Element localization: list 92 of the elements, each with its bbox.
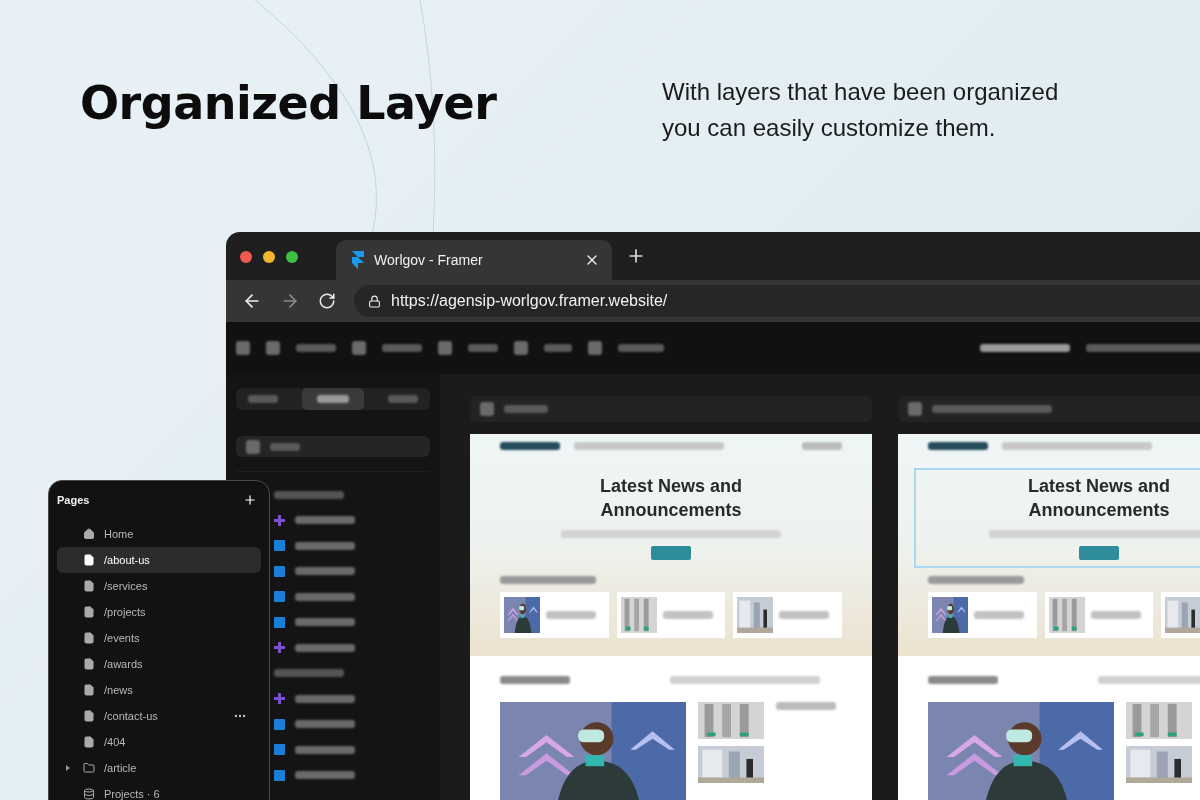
- caret-icon[interactable]: [66, 765, 70, 771]
- blurred-text: [500, 675, 570, 684]
- file-icon: [83, 580, 95, 592]
- headline: Organized Layer: [80, 76, 498, 132]
- search-field[interactable]: [236, 436, 430, 457]
- blurred-text: [974, 610, 1024, 619]
- frame-icon: [274, 616, 285, 628]
- description: With layers that have been organized you can easily customize them.: [662, 77, 1060, 143]
- minimize-light[interactable]: [263, 251, 275, 263]
- page-item[interactable]: Projects · 6: [57, 781, 261, 800]
- panel-title: Pages: [57, 494, 90, 506]
- blurred-text: [295, 592, 355, 601]
- blurred-text: [382, 344, 422, 352]
- blurred-text: [388, 395, 418, 403]
- blurred-text: [776, 701, 836, 710]
- page-item[interactable]: /events: [57, 625, 261, 651]
- blurred-text: [546, 610, 596, 619]
- blurred-text: [544, 344, 572, 352]
- blurred-text: [928, 675, 998, 684]
- frame-icon: [274, 769, 285, 781]
- blurred-icon: [236, 341, 250, 355]
- file-icon: [83, 710, 95, 722]
- frame-icon: [274, 591, 285, 603]
- file-icon: [83, 606, 95, 618]
- blurred-text: [295, 720, 355, 729]
- framer-logo-icon: [352, 251, 364, 269]
- blurred-icon: [266, 341, 280, 355]
- file-icon: [83, 658, 95, 670]
- blurred-icon: [352, 341, 366, 355]
- component-icon: [274, 642, 285, 654]
- home-icon: [83, 528, 95, 540]
- blurred-icon: [246, 439, 260, 454]
- blurred-text: [468, 344, 498, 352]
- blurred-icon: [908, 401, 922, 416]
- frame-icon: [274, 744, 285, 756]
- blurred-text: [317, 395, 349, 403]
- blurred-text: [779, 610, 830, 619]
- blurred-text: [928, 441, 988, 450]
- lock-icon: [368, 294, 381, 308]
- page-item[interactable]: /projects: [57, 599, 261, 625]
- page-item[interactable]: /404: [57, 729, 261, 755]
- blurred-text: [295, 694, 355, 703]
- blurred-text: [295, 771, 355, 780]
- address-bar[interactable]: https://agensip-worlgov.framer.website/: [354, 285, 1200, 317]
- add-icon[interactable]: [243, 493, 257, 507]
- blurred-text: [500, 441, 560, 450]
- page-item[interactable]: /news: [57, 677, 261, 703]
- file-icon: [83, 684, 95, 696]
- blurred-text: [248, 395, 278, 403]
- hero-title: Latest News and Announcements: [1026, 474, 1171, 522]
- browser-tab[interactable]: Worlgov - Framer: [336, 240, 612, 280]
- blurred-icon: [480, 401, 494, 416]
- blurred-text: [274, 490, 344, 499]
- blurred-text: [270, 442, 300, 451]
- blurred-icon: [438, 341, 452, 355]
- page-item[interactable]: /about-us: [57, 547, 261, 573]
- page-item[interactable]: /awards: [57, 651, 261, 677]
- component-icon: [274, 693, 285, 705]
- blurred-text: [295, 516, 355, 525]
- file-icon: [83, 632, 95, 644]
- blurred-text: [296, 344, 336, 352]
- hero-title: Latest News and Announcements: [598, 474, 743, 522]
- folder-icon: [83, 762, 95, 774]
- database-icon: [83, 788, 95, 800]
- blurred-text: [295, 745, 355, 754]
- blurred-text: [504, 404, 548, 413]
- blurred-text: [1090, 610, 1141, 619]
- blurred-text: [295, 567, 355, 576]
- blurred-text: [295, 541, 355, 550]
- blurred-text: [802, 441, 842, 450]
- blurred-text: [295, 618, 355, 627]
- blurred-text: [295, 643, 355, 652]
- frame-header[interactable]: [898, 396, 1200, 422]
- reload-icon[interactable]: [318, 292, 336, 310]
- file-icon: [83, 736, 95, 748]
- page-item[interactable]: Home: [57, 521, 261, 547]
- frame-icon: [274, 540, 285, 552]
- blurred-icon: [514, 341, 528, 355]
- page-item[interactable]: /contact-us: [57, 703, 261, 729]
- blurred-text: [662, 610, 713, 619]
- page-item[interactable]: /services: [57, 573, 261, 599]
- zoom-light[interactable]: [286, 251, 298, 263]
- frame-icon: [274, 565, 285, 577]
- file-icon: [83, 554, 95, 566]
- blurred-text: [618, 344, 664, 352]
- frame-header[interactable]: [470, 396, 872, 422]
- frame-icon: [274, 718, 285, 730]
- blurred-text: [274, 669, 344, 678]
- blurred-icon: [588, 341, 602, 355]
- component-icon: [274, 514, 285, 526]
- close-light[interactable]: [240, 251, 252, 263]
- page-item[interactable]: /article: [57, 755, 261, 781]
